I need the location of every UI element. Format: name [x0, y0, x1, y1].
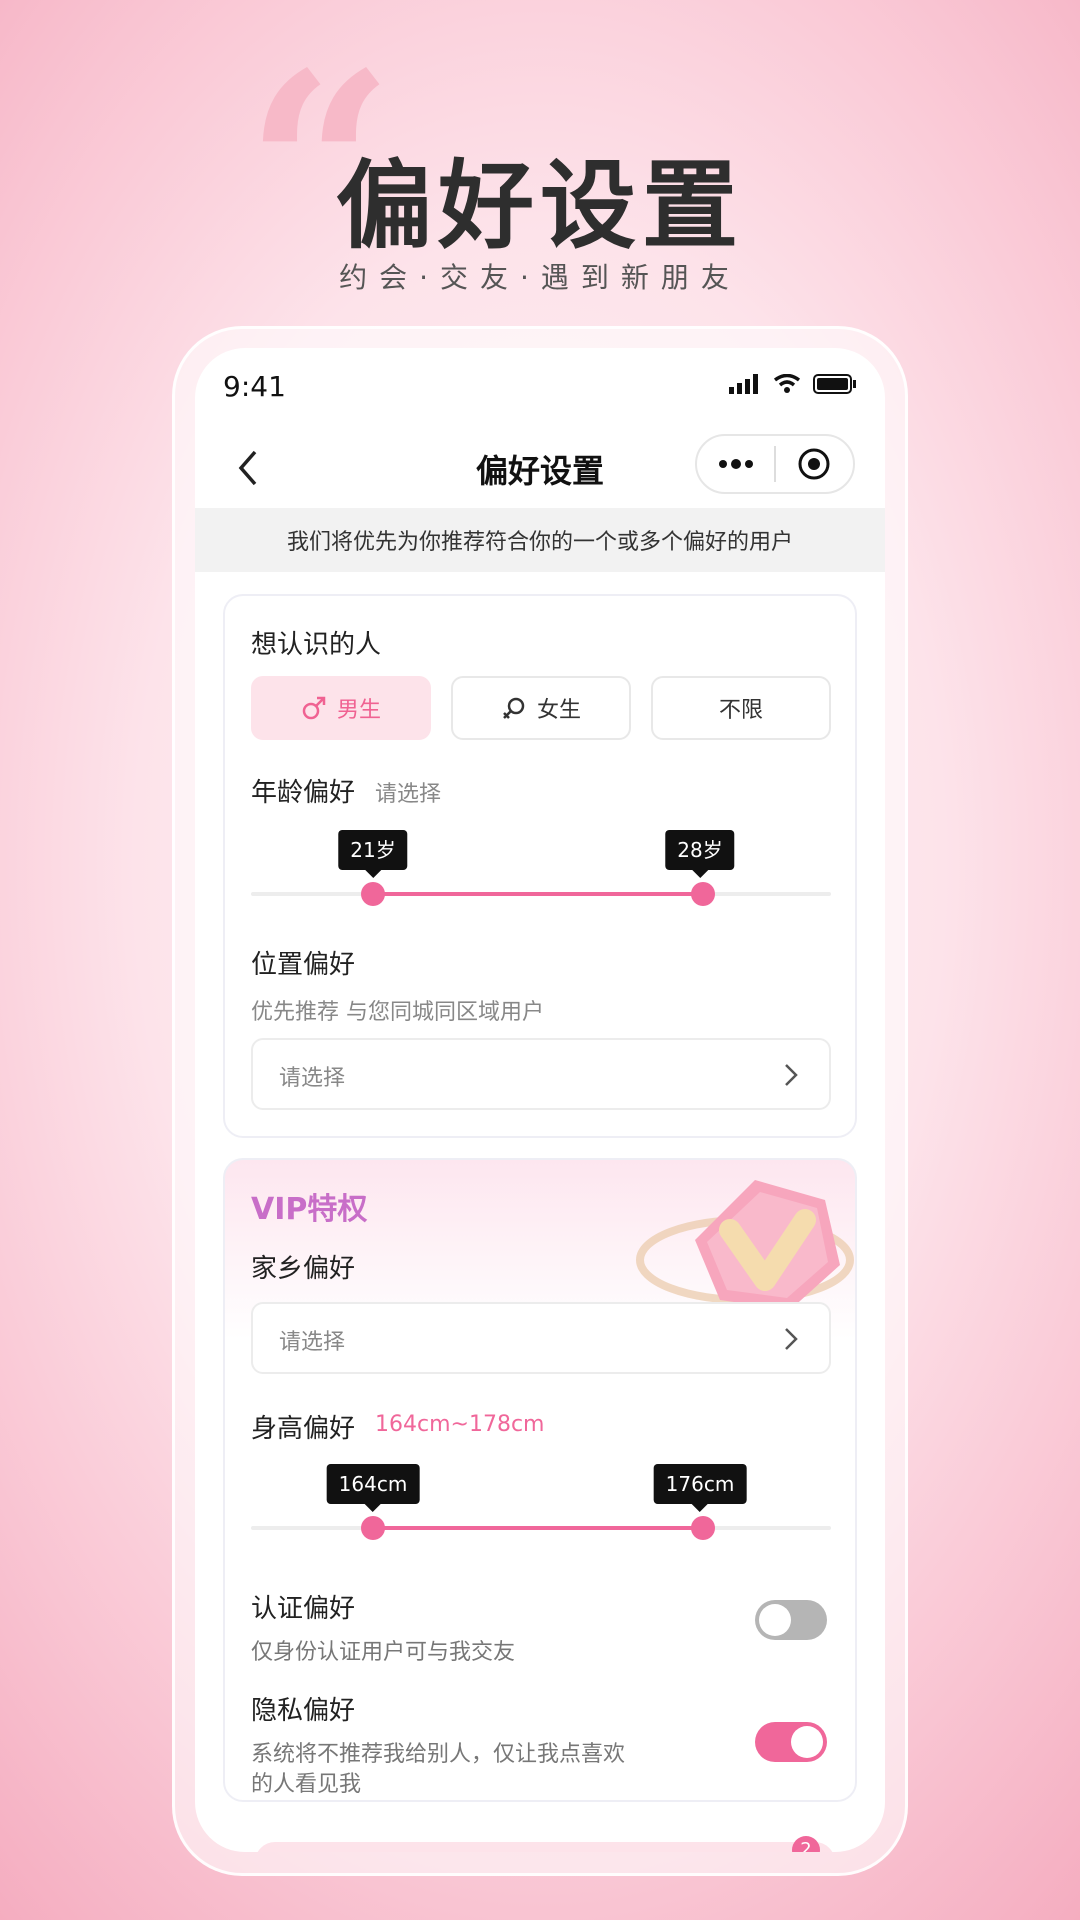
- privacy-preference-hint-line2: 的人看见我: [251, 1772, 362, 1797]
- status-bar: 9:41: [195, 348, 885, 424]
- want-to-meet-label: 想认识的人: [251, 630, 382, 660]
- height-slider[interactable]: [251, 1516, 831, 1540]
- age-max-tooltip: 28岁: [665, 830, 735, 878]
- verified-toggle[interactable]: [755, 1600, 827, 1640]
- vip-preferences-card: VIP特权 家乡偏好 请选择 身高偏好 164cm~178cm 164cm 17…: [223, 1158, 857, 1802]
- status-icons: [729, 374, 857, 394]
- male-icon: [302, 696, 326, 720]
- gender-option-female[interactable]: 女生: [451, 676, 631, 740]
- close-button[interactable]: [776, 436, 853, 492]
- vip-title: VIP特权: [251, 1192, 368, 1227]
- verified-preference-label: 认证偏好: [251, 1594, 356, 1624]
- gender-option-male-label: 男生: [336, 698, 381, 723]
- hometown-select[interactable]: 请选择: [251, 1302, 831, 1374]
- location-select-placeholder: 请选择: [279, 1066, 346, 1091]
- privacy-preference-label: 隐私偏好: [251, 1696, 356, 1726]
- gender-option-female-label: 女生: [536, 698, 581, 723]
- height-range-text: 164cm~178cm: [375, 1412, 545, 1437]
- chevron-right-icon: [785, 1328, 798, 1350]
- age-slider-min-handle[interactable]: [360, 882, 385, 906]
- hero-title: 偏好设置: [336, 150, 744, 262]
- phone-screen: 9:41 偏好设置 我们将优先为你推荐符合你的一个或多个偏好的用户 想认识的人 …: [195, 348, 885, 1852]
- more-icon: [718, 459, 753, 469]
- age-preference-label: 年龄偏好: [251, 778, 356, 808]
- basic-preferences-card: 想认识的人 男生 女生 不限 年龄偏好 请选择 21岁 28岁 位置偏好 优先推…: [223, 594, 857, 1138]
- mini-program-capsule: [695, 434, 855, 494]
- privacy-toggle-knob: [791, 1726, 823, 1758]
- location-preference-hint: 优先推荐 与您同城同区域用户: [251, 1000, 544, 1025]
- chevron-right-icon: [785, 1064, 798, 1086]
- notice-bar: 我们将优先为你推荐符合你的一个或多个偏好的用户: [195, 508, 885, 572]
- location-select[interactable]: 请选择: [251, 1038, 831, 1110]
- hometown-select-placeholder: 请选择: [279, 1330, 346, 1355]
- notification-badge: 2: [792, 1836, 820, 1852]
- bottom-tab-strip: [255, 1842, 835, 1852]
- battery-icon: [813, 374, 856, 394]
- hometown-preference-label: 家乡偏好: [251, 1254, 356, 1284]
- age-slider-max-handle[interactable]: [691, 882, 716, 906]
- age-slider[interactable]: [251, 882, 831, 906]
- height-max-tooltip: 176cm: [653, 1464, 747, 1512]
- height-min-tooltip: 164cm: [326, 1464, 420, 1512]
- height-slider-fill: [372, 1526, 704, 1530]
- privacy-toggle[interactable]: [755, 1722, 827, 1762]
- signal-icon: [729, 374, 758, 394]
- gender-option-male[interactable]: 男生: [251, 676, 431, 740]
- location-preference-label: 位置偏好: [251, 950, 356, 980]
- height-slider-max-handle[interactable]: [691, 1516, 716, 1540]
- target-icon: [798, 448, 830, 480]
- age-slider-fill: [372, 892, 704, 896]
- age-min-tooltip: 21岁: [338, 830, 408, 878]
- status-time: 9:41: [223, 370, 286, 403]
- verified-preference-hint: 仅身份认证用户可与我交友: [251, 1640, 516, 1665]
- wifi-icon: [773, 374, 801, 393]
- female-icon: [503, 697, 525, 719]
- height-slider-min-handle[interactable]: [360, 1516, 385, 1540]
- more-button[interactable]: [697, 436, 774, 492]
- privacy-preference-hint-line1: 系统将不推荐我给别人，仅让我点喜欢: [251, 1742, 626, 1767]
- gender-option-any[interactable]: 不限: [651, 676, 831, 740]
- nav-bar: 偏好设置: [195, 424, 885, 508]
- hero-subtitle: 约会·交友·遇到新朋友: [339, 261, 741, 294]
- height-preference-label: 身高偏好: [251, 1414, 356, 1444]
- age-preference-hint: 请选择: [375, 782, 442, 807]
- verified-toggle-knob: [759, 1604, 791, 1636]
- gender-option-any-label: 不限: [718, 698, 763, 723]
